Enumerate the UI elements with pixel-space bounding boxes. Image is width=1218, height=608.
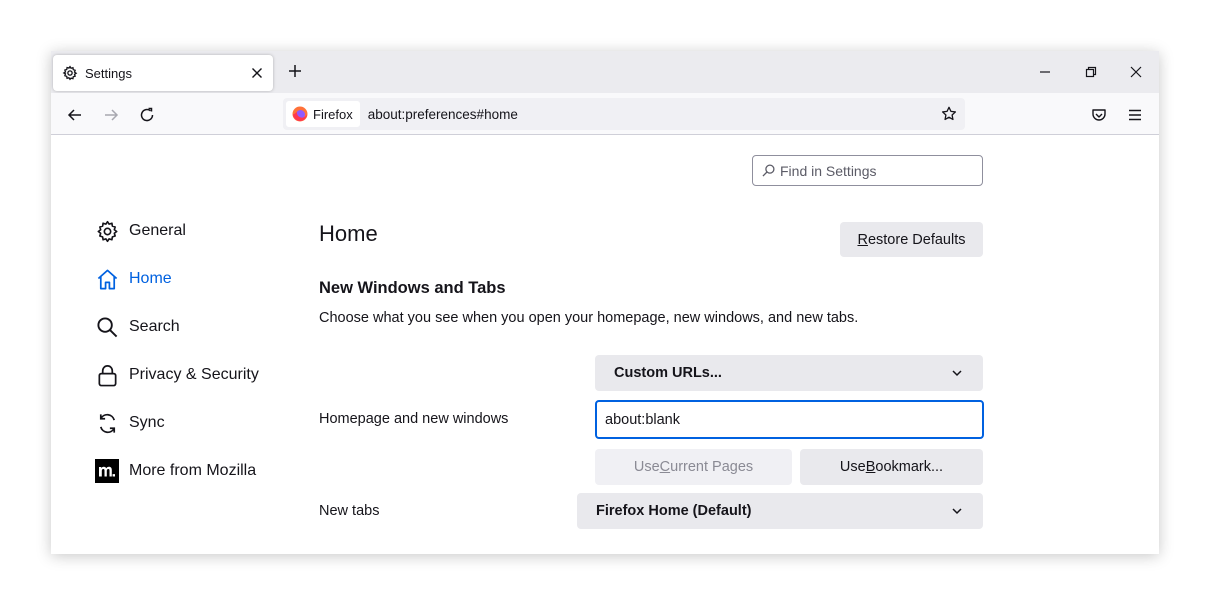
use-bookmark-button[interactable]: Use Bookmark... (800, 449, 983, 485)
find-input[interactable] (780, 162, 970, 179)
sidebar-item-label: General (129, 222, 186, 239)
browser-window: Settings Firefox about:preferences#home … (51, 51, 1159, 554)
gear-icon (61, 64, 79, 82)
bookmark-star-icon[interactable] (935, 100, 963, 128)
tab-title: Settings (85, 65, 132, 81)
sidebar-item-more-from-mozilla[interactable]: More from Mozilla (95, 455, 256, 487)
homepage-url-input[interactable] (595, 400, 984, 439)
sidebar-item-search[interactable]: Search (95, 311, 180, 343)
section-title: New Windows and Tabs (319, 279, 506, 297)
identity-box[interactable]: Firefox (286, 101, 360, 127)
sidebar-item-label: Privacy & Security (129, 366, 259, 383)
gear-icon (95, 219, 119, 243)
new-tab-button[interactable] (283, 59, 307, 83)
homepage-mode-select[interactable]: Custom URLs... (595, 355, 983, 391)
chevron-down-icon (949, 365, 965, 381)
url-bar[interactable]: Firefox about:preferences#home (283, 98, 965, 130)
home-icon (95, 267, 119, 291)
chevron-down-icon (949, 503, 965, 519)
close-window-button[interactable] (1113, 57, 1159, 87)
new-tabs-label: New tabs (319, 503, 380, 519)
new-tabs-select[interactable]: Firefox Home (Default) (577, 493, 983, 529)
restore-defaults-button[interactable]: Restore Defaults (840, 222, 983, 257)
back-button[interactable] (62, 102, 88, 128)
sync-icon (95, 411, 119, 435)
minimize-button[interactable] (1022, 57, 1068, 87)
sidebar-item-privacy-security[interactable]: Privacy & Security (95, 359, 259, 391)
search-icon (762, 163, 776, 178)
sidebar-item-label: More from Mozilla (129, 462, 257, 479)
homepage-label: Homepage and new windows (319, 411, 509, 427)
find-in-settings[interactable] (752, 155, 983, 186)
identity-label: Firefox (313, 106, 353, 122)
url-text[interactable]: about:preferences#home (368, 107, 935, 122)
page-title: Home (319, 221, 378, 246)
reload-button[interactable] (134, 102, 160, 128)
nav-toolbar: Firefox about:preferences#home (51, 93, 1159, 135)
restore-button[interactable] (1068, 57, 1114, 87)
mozilla-icon (95, 459, 119, 483)
pocket-icon[interactable] (1086, 102, 1112, 128)
sidebar-item-label: Home (129, 270, 172, 287)
sidebar-item-label: Search (129, 318, 180, 335)
lock-icon (95, 363, 119, 387)
search-icon (95, 315, 119, 339)
tab-strip: Settings (51, 51, 1159, 93)
sidebar-item-label: Sync (129, 414, 165, 431)
sidebar-item-home[interactable]: Home (95, 263, 172, 295)
app-menu-icon[interactable] (1122, 102, 1148, 128)
preferences-content: General Home Search Privacy & Security S… (51, 136, 1159, 554)
forward-button[interactable] (98, 102, 124, 128)
firefox-logo-icon (292, 106, 308, 122)
tab-settings[interactable]: Settings (53, 55, 273, 91)
section-description: Choose what you see when you open your h… (319, 310, 859, 326)
sidebar-item-general[interactable]: General (95, 215, 186, 247)
use-current-pages-button[interactable]: Use Current Pages (595, 449, 792, 485)
close-tab-icon[interactable] (245, 61, 269, 85)
sidebar-item-sync[interactable]: Sync (95, 407, 165, 439)
